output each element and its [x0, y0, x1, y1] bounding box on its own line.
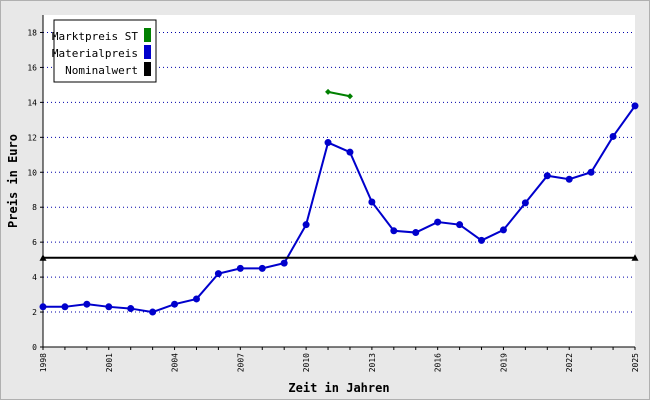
data-point-materialpreis	[258, 264, 266, 272]
x-tick-label: 2004	[171, 353, 180, 372]
x-axis-title: Zeit in Jahren	[288, 381, 389, 395]
data-point-materialpreis	[302, 221, 310, 229]
data-point-materialpreis	[412, 229, 420, 237]
legend-label-materialpreis: Materialpreis	[52, 47, 138, 60]
data-point-materialpreis	[478, 236, 486, 244]
data-point-materialpreis	[280, 259, 288, 267]
legend-swatch-marktpreis	[144, 28, 151, 42]
y-tick-label: 0	[32, 343, 37, 352]
data-point-materialpreis	[236, 264, 244, 272]
line-chart: 0 2 4 6 8 10 12 14 16 18 1998 2001 2004 2007 2010 2013…	[6, 15, 640, 395]
y-tick-label: 12	[27, 133, 37, 142]
x-tick-label: 2016	[434, 353, 443, 372]
data-point-materialpreis	[390, 227, 398, 235]
data-point-materialpreis	[39, 303, 47, 311]
y-tick-label: 18	[27, 28, 37, 37]
y-tick-labels: 0 2 4 6 8 10 12 14 16 18	[27, 28, 37, 352]
legend-label-marktpreis: Marktpreis ST	[52, 30, 138, 43]
data-point-materialpreis	[499, 226, 507, 234]
y-tick-label: 6	[32, 238, 37, 247]
x-tick-label: 2013	[368, 353, 377, 372]
data-point-materialpreis	[434, 218, 442, 226]
data-point-materialpreis	[346, 148, 354, 156]
data-point-materialpreis	[587, 168, 595, 176]
x-tick-label: 2001	[105, 353, 114, 372]
legend-swatch-materialpreis	[144, 45, 151, 59]
data-point-materialpreis	[456, 221, 464, 229]
data-point-materialpreis	[149, 308, 157, 316]
legend-label-nominalwert: Nominalwert	[65, 64, 138, 77]
x-tick-label: 2019	[499, 353, 508, 372]
y-tick-label: 16	[27, 63, 37, 72]
x-tick-labels: 1998 2001 2004 2007 2010 2013 2016 2019 2022 2025	[39, 353, 640, 372]
data-point-materialpreis	[171, 300, 179, 308]
data-point-materialpreis	[105, 303, 113, 311]
legend: Marktpreis ST Materialpreis Nominalwert	[52, 19, 157, 83]
y-axis-title: Preis in Euro	[6, 134, 20, 228]
y-tick-label: 8	[32, 203, 37, 212]
x-tick-label: 2007	[236, 353, 245, 372]
data-point-materialpreis	[521, 199, 529, 207]
data-point-materialpreis	[631, 102, 639, 110]
data-point-materialpreis	[543, 172, 551, 180]
data-point-materialpreis	[127, 305, 135, 313]
y-tick-label: 2	[32, 308, 37, 317]
y-tick-label: 14	[27, 98, 37, 107]
legend-swatch-nominalwert	[144, 62, 151, 76]
data-point-materialpreis	[192, 295, 200, 303]
x-tick-label: 2022	[565, 353, 574, 372]
x-tick-label: 2025	[631, 353, 640, 372]
data-point-materialpreis	[83, 300, 91, 308]
data-point-materialpreis	[214, 270, 222, 278]
data-point-materialpreis	[565, 175, 573, 183]
y-tick-label: 10	[27, 168, 37, 177]
data-point-materialpreis	[61, 303, 69, 311]
x-tick-label: 2010	[302, 353, 311, 372]
y-tick-label: 4	[32, 273, 37, 282]
data-point-materialpreis	[324, 139, 332, 147]
x-tick-label: 1998	[39, 353, 48, 372]
data-point-materialpreis	[368, 198, 376, 206]
data-point-materialpreis	[609, 132, 617, 140]
